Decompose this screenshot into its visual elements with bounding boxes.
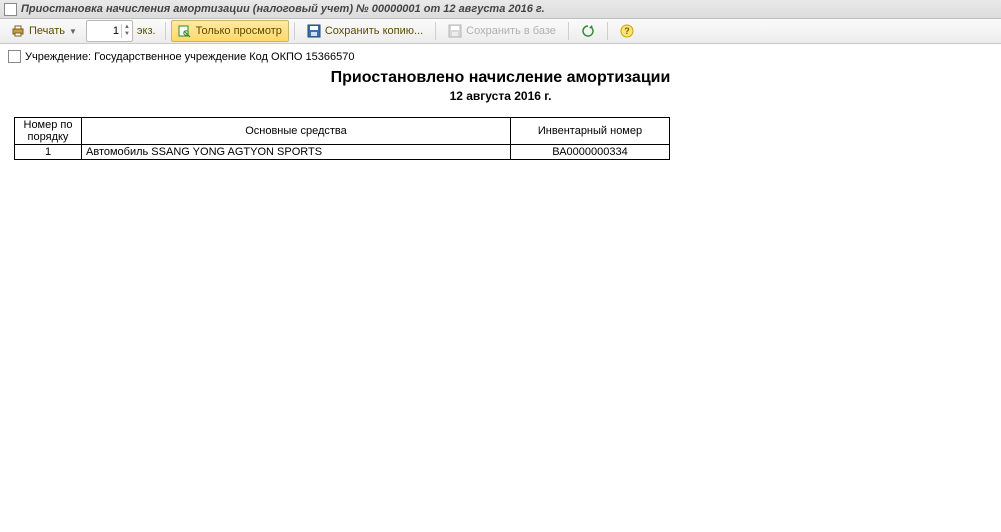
- document-area: Учреждение: Государственное учреждение К…: [0, 44, 1001, 166]
- org-line: Учреждение: Государственное учреждение К…: [8, 50, 993, 63]
- spinner-up-icon[interactable]: ▲: [122, 24, 132, 31]
- separator: [568, 22, 569, 40]
- floppy-dim-icon: [448, 24, 462, 38]
- window-title: Приостановка начисления амортизации (нал…: [21, 3, 545, 15]
- table-header-row: Номер по порядку Основные средства Инвен…: [15, 118, 670, 145]
- col-header-no: Номер по порядку: [15, 118, 82, 145]
- cell-no: 1: [15, 145, 82, 160]
- org-checkbox-icon: [8, 50, 21, 63]
- cell-inv: ВА0000000334: [511, 145, 670, 160]
- col-header-inv: Инвентарный номер: [511, 118, 670, 145]
- org-text: Учреждение: Государственное учреждение К…: [25, 51, 354, 63]
- separator: [294, 22, 295, 40]
- window-icon: [4, 3, 17, 16]
- floppy-icon: [307, 24, 321, 38]
- copies-spinner[interactable]: ▲ ▼: [86, 20, 133, 42]
- help-icon: ?: [620, 24, 634, 38]
- col-header-asset: Основные средства: [82, 118, 511, 145]
- preview-label: Только просмотр: [196, 25, 282, 37]
- help-button[interactable]: ?: [613, 20, 641, 42]
- title-bar: Приостановка начисления амортизации (нал…: [0, 0, 1001, 19]
- preview-toggle[interactable]: Только просмотр: [171, 20, 289, 42]
- save-db-button[interactable]: Сохранить в базе: [441, 20, 563, 42]
- svg-text:?: ?: [624, 26, 630, 36]
- save-db-label: Сохранить в базе: [466, 25, 556, 37]
- document-title: Приостановлено начисление амортизации: [8, 69, 993, 87]
- save-copy-label: Сохранить копию...: [325, 25, 423, 37]
- cell-asset: Автомобиль SSANG YONG AGTYON SPORTS: [82, 145, 511, 160]
- print-button[interactable]: Печать ▼: [4, 20, 84, 42]
- toolbar: Печать ▼ ▲ ▼ экз. Только просмотр Сохран…: [0, 19, 1001, 44]
- print-label: Печать: [29, 25, 65, 37]
- save-copy-button[interactable]: Сохранить копию...: [300, 20, 430, 42]
- printer-icon: [11, 24, 25, 38]
- table-row: 1 Автомобиль SSANG YONG AGTYON SPORTS ВА…: [15, 145, 670, 160]
- separator: [165, 22, 166, 40]
- report-table: Номер по порядку Основные средства Инвен…: [14, 117, 670, 160]
- copies-input[interactable]: [91, 25, 121, 37]
- preview-icon: [178, 24, 192, 38]
- copies-unit: экз.: [137, 25, 156, 37]
- refresh-button[interactable]: [574, 20, 602, 42]
- document-date: 12 августа 2016 г.: [8, 89, 993, 103]
- refresh-icon: [581, 24, 595, 38]
- spinner-down-icon[interactable]: ▼: [122, 31, 132, 38]
- dropdown-icon: ▼: [69, 27, 77, 36]
- separator: [435, 22, 436, 40]
- separator: [607, 22, 608, 40]
